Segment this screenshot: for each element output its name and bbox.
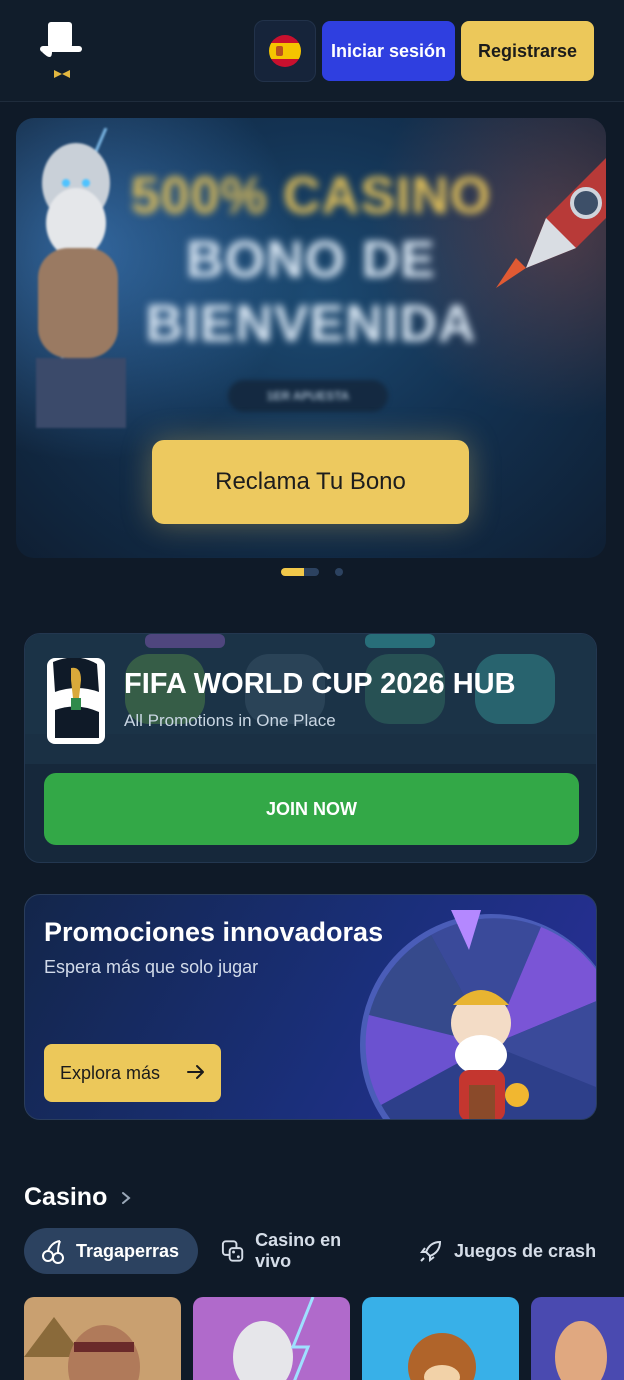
casino-section-title: Casino <box>24 1183 108 1211</box>
game-thumbnails-row <box>24 1297 624 1380</box>
hero-headline-line3: BIENVENIDA <box>145 295 477 353</box>
tab-juegos-de-crash-label: Juegos de crash <box>454 1240 597 1261</box>
chevron-right-icon <box>122 1191 131 1204</box>
tab-tragaperras[interactable]: Tragaperras <box>24 1228 198 1274</box>
promo-subtitle: Espera más que solo jugar <box>44 957 259 977</box>
hero-headline-line1: 500% CASINO <box>130 167 492 225</box>
hero-headline-line2: BONO DE <box>186 231 436 289</box>
carousel-pagination <box>281 567 343 577</box>
login-button[interactable]: Iniciar sesión <box>322 21 455 81</box>
spain-flag-icon <box>269 35 301 67</box>
register-button[interactable]: Registrarse <box>461 21 594 81</box>
language-selector[interactable] <box>254 20 316 82</box>
cherries-icon <box>42 1240 64 1264</box>
live-dice-icon <box>221 1240 244 1262</box>
fifa-card-subtitle: All Promotions in One Place <box>124 711 336 730</box>
tab-casino-en-vivo[interactable]: Casino en vivo <box>204 1228 394 1274</box>
game-thumbnail[interactable] <box>531 1297 624 1380</box>
fifa-world-cup-card: FIFA WORLD CUP 2026 HUB All Promotions i… <box>24 633 597 863</box>
top-header: Iniciar sesión Registrarse <box>0 0 624 102</box>
game-thumbnail[interactable] <box>193 1297 350 1380</box>
trophy-icon <box>53 658 99 738</box>
explore-more-button[interactable]: Explora más <box>44 1044 221 1102</box>
hero-pill-label: 1ER APUESTA <box>228 380 388 412</box>
carousel-dot-active[interactable] <box>281 568 319 576</box>
casino-category-tabs: Tragaperras Casino en vivo Juegos de cra… <box>24 1228 624 1274</box>
explore-more-label: Explora más <box>60 1062 161 1083</box>
join-now-button[interactable]: JOIN NOW <box>44 773 579 845</box>
casino-section-header[interactable]: Casino <box>24 1183 131 1212</box>
game-thumbnail[interactable] <box>362 1297 519 1380</box>
carousel-dot[interactable] <box>335 568 343 576</box>
game-thumbnail[interactable] <box>24 1297 181 1380</box>
tab-tragaperras-label: Tragaperras <box>76 1240 180 1261</box>
arrow-right-icon <box>187 1065 204 1079</box>
claim-bonus-button[interactable]: Reclama Tu Bono <box>152 440 469 524</box>
top-hat-logo-icon[interactable] <box>38 22 86 84</box>
tab-juegos-de-crash[interactable]: Juegos de crash <box>402 1228 624 1274</box>
tab-casino-en-vivo-label: Casino en vivo <box>255 1230 342 1271</box>
rocket-icon <box>420 1240 442 1262</box>
fifa-card-title: FIFA WORLD CUP 2026 HUB <box>124 668 516 700</box>
promotions-card: Promociones innovadoras Espera más que s… <box>24 894 597 1120</box>
promo-title: Promociones innovadoras <box>44 917 384 947</box>
fifa-trophy-logo <box>47 658 105 744</box>
